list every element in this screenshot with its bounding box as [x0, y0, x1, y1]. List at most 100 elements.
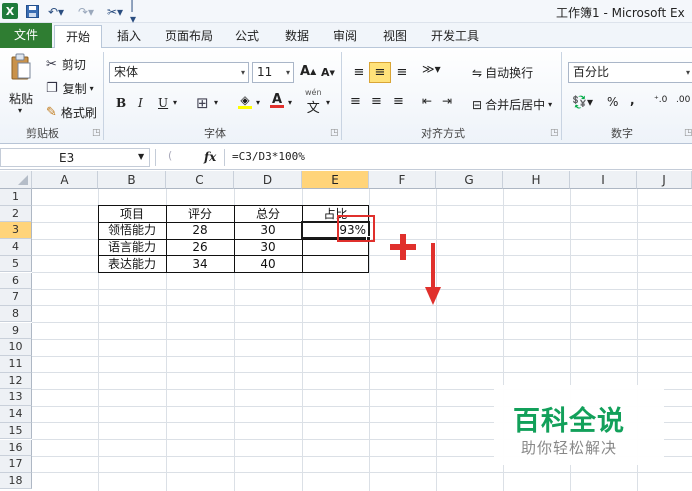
row-header-10[interactable]: 10 [0, 339, 32, 356]
column-header-b[interactable]: B [98, 171, 166, 189]
font-color-dropdown-icon[interactable]: ▾ [288, 98, 292, 107]
phonetic-button[interactable]: wén 文 [305, 88, 322, 116]
column-header-i[interactable]: I [570, 171, 637, 189]
customize-tool-icon[interactable]: ✂▾ [104, 3, 126, 20]
borders-icon[interactable]: ⊞ [196, 94, 209, 112]
borders-dropdown-icon[interactable]: ▾ [214, 98, 218, 107]
decrease-decimal-icon[interactable]: .00 [676, 95, 690, 105]
align-left-icon[interactable]: ≡ [350, 94, 361, 109]
select-all-corner[interactable] [0, 171, 32, 189]
row-header-4[interactable]: 4 [0, 239, 32, 256]
row-header-18[interactable]: 18 [0, 472, 32, 490]
underline-button[interactable]: U [158, 96, 168, 110]
merge-center-button[interactable]: ⊟ 合并后居中 ▾ [472, 96, 552, 113]
cell-c5[interactable]: 34 [166, 256, 234, 273]
cell-b4[interactable]: 语言能力 [98, 239, 166, 256]
merge-dropdown-icon[interactable]: ▾ [548, 100, 552, 109]
underline-dropdown-icon[interactable]: ▾ [173, 98, 177, 107]
name-box[interactable]: E3 ▼ [0, 148, 150, 167]
chevron-down-icon[interactable]: ▾ [286, 63, 290, 82]
align-center-icon[interactable]: ≡ [371, 94, 382, 109]
tab-insert[interactable]: 插入 [110, 25, 148, 48]
wrap-text-button[interactable]: ⇋ 自动换行 [472, 64, 533, 81]
save-icon[interactable] [24, 3, 40, 20]
format-painter-button[interactable]: ✎ 格式刷 [46, 104, 97, 121]
column-header-f[interactable]: F [369, 171, 436, 189]
align-right-icon[interactable]: ≡ [393, 94, 404, 109]
row-header-7[interactable]: 7 [0, 289, 32, 306]
column-header-j[interactable]: J [637, 171, 692, 189]
cell-d3[interactable]: 30 [234, 222, 302, 239]
row-header-2[interactable]: 2 [0, 205, 32, 223]
row-header-17[interactable]: 17 [0, 456, 32, 473]
bold-button[interactable]: B [116, 96, 126, 110]
cell-b5[interactable]: 表达能力 [98, 256, 166, 273]
number-format-combo[interactable]: 百分比 ▾ [568, 62, 692, 83]
tab-home[interactable]: 开始 [54, 25, 102, 49]
comma-style-button[interactable]: , [630, 93, 635, 107]
align-top-icon[interactable]: ≡ [350, 62, 368, 82]
excel-app-icon[interactable]: X [2, 3, 18, 19]
cell-e5[interactable] [302, 256, 369, 273]
insert-function-button[interactable]: fx [204, 150, 216, 164]
row-header-11[interactable]: 11 [0, 356, 32, 373]
chevron-down-icon[interactable]: ▾ [241, 63, 245, 82]
cell-c2[interactable]: 评分 [166, 206, 234, 223]
tab-view[interactable]: 视图 [376, 25, 414, 48]
italic-button[interactable]: I [138, 96, 143, 110]
increase-indent-icon[interactable]: ⇥ [442, 94, 452, 108]
tab-page-layout[interactable]: 页面布局 [160, 25, 218, 48]
paste-button[interactable]: 粘贴 [9, 90, 33, 107]
fill-color-button[interactable]: ◈ [238, 93, 252, 109]
formula-input[interactable]: =C3/D3*100% [232, 150, 305, 163]
row-header-1[interactable]: 1 [0, 189, 32, 206]
column-header-c[interactable]: C [166, 171, 234, 189]
row-header-9[interactable]: 9 [0, 322, 32, 340]
orientation-icon[interactable]: ≫▾ [422, 62, 441, 76]
cell-d2[interactable]: 总分 [234, 206, 302, 223]
row-header-13[interactable]: 13 [0, 389, 32, 406]
row-header-3[interactable]: 3 [0, 222, 32, 239]
paste-dropdown-icon[interactable]: ▾ [18, 106, 22, 115]
worksheet-grid[interactable]: A B C D E F G H I J 1 2 3 4 5 6 7 8 9 10… [0, 171, 692, 491]
row-header-15[interactable]: 15 [0, 422, 32, 440]
tab-data[interactable]: 数据 [278, 25, 316, 48]
tab-review[interactable]: 审阅 [326, 25, 364, 48]
row-header-6[interactable]: 6 [0, 272, 32, 289]
tab-formulas[interactable]: 公式 [228, 25, 266, 48]
row-header-8[interactable]: 8 [0, 305, 32, 323]
align-middle-icon[interactable]: ≡ [369, 62, 391, 83]
copy-dropdown-icon[interactable]: ▾ [90, 84, 94, 93]
row-header-12[interactable]: 12 [0, 372, 32, 390]
cell-b3[interactable]: 领悟能力 [98, 222, 166, 239]
column-header-a[interactable]: A [32, 171, 98, 189]
tab-file[interactable]: 文件 [0, 23, 52, 48]
font-dialog-launcher-icon[interactable]: ◳ [330, 128, 339, 138]
chevron-down-icon[interactable]: ▾ [686, 63, 690, 82]
phonetic-dropdown-icon[interactable]: ▾ [326, 98, 330, 107]
row-header-5[interactable]: 5 [0, 255, 32, 273]
column-header-d[interactable]: D [234, 171, 302, 189]
cell-b2[interactable]: 项目 [98, 206, 166, 223]
align-bottom-icon[interactable]: ≡ [393, 62, 411, 82]
column-header-e[interactable]: E [302, 171, 369, 189]
copy-button[interactable]: ❐ 复制 ▾ [46, 80, 94, 97]
clipboard-dialog-launcher-icon[interactable]: ◳ [92, 128, 101, 138]
tab-developer[interactable]: 开发工具 [426, 25, 484, 48]
increase-decimal-icon[interactable]: ⁺.0 [654, 95, 667, 105]
currency-icon[interactable]: 💱▾ [572, 95, 593, 109]
cell-d5[interactable]: 40 [234, 256, 302, 273]
font-color-button[interactable]: A [270, 92, 284, 108]
redo-icon[interactable]: ↷▾ [76, 3, 96, 20]
column-header-g[interactable]: G [436, 171, 503, 189]
font-size-combo[interactable]: 11 ▾ [252, 62, 294, 83]
undo-icon[interactable]: ↶▾ [46, 3, 66, 20]
column-header-h[interactable]: H [503, 171, 570, 189]
paste-icon[interactable] [8, 52, 34, 82]
cell-d4[interactable]: 30 [234, 239, 302, 256]
alignment-dialog-launcher-icon[interactable]: ◳ [550, 128, 559, 138]
cell-c4[interactable]: 26 [166, 239, 234, 256]
row-header-14[interactable]: 14 [0, 406, 32, 423]
cell-c3[interactable]: 28 [166, 222, 234, 239]
fill-color-dropdown-icon[interactable]: ▾ [256, 98, 260, 107]
